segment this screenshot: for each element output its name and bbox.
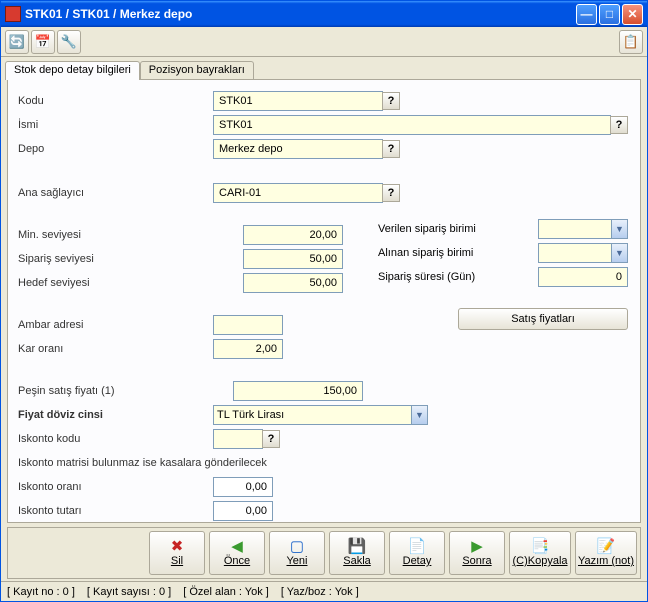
combo-fiyat-doviz[interactable]: TL Türk Lirası ▼ (213, 405, 428, 425)
label-iskonto-matrisi: Iskonto matrisi bulunmaz ise kasalara gö… (18, 457, 267, 469)
label-min-seviyesi: Min. seviyesi (18, 229, 213, 241)
minimize-button[interactable]: — (576, 4, 597, 25)
toolbar-copy-icon[interactable]: 📋 (619, 30, 643, 54)
field-iskonto-orani[interactable] (213, 477, 273, 497)
forward-icon: ▶ (471, 539, 483, 554)
satis-fiyatlari-button[interactable]: Satış fiyatları (458, 308, 628, 330)
sakla-button[interactable]: 💾Sakla (329, 531, 385, 575)
status-bar: [ Kayıt no : 0 ] [ Kayıt sayısı : 0 ] [ … (1, 581, 647, 601)
lookup-ana-saglayici[interactable]: ? (382, 184, 400, 202)
label-iskonto-kodu: Iskonto kodu (18, 433, 213, 445)
status-kayit-no: [ Kayıt no : 0 ] (7, 586, 75, 598)
label-ambar-adresi: Ambar adresi (18, 319, 213, 331)
app-icon (5, 6, 21, 22)
field-ambar-adresi[interactable] (213, 315, 283, 335)
titlebar: STK01 / STK01 / Merkez depo — □ ✕ (1, 1, 647, 27)
label-kar-orani: Kar oranı (18, 343, 213, 355)
label-hedef-seviyesi: Hedef seviyesi (18, 277, 213, 289)
field-ismi[interactable] (213, 115, 611, 135)
status-kayit-sayisi: [ Kayıt sayısı : 0 ] (87, 586, 171, 598)
label-siparis-seviyesi: Sipariş seviyesi (18, 253, 213, 265)
field-ana-saglayici[interactable] (213, 183, 383, 203)
field-iskonto-tutari[interactable] (213, 501, 273, 521)
detay-button[interactable]: 📄Detay (389, 531, 445, 575)
label-depo: Depo (18, 143, 213, 155)
label-fiyat-doviz: Fiyat döviz cinsi (18, 409, 213, 421)
kopyala-button[interactable]: 📑(C)Kopyala (509, 531, 571, 575)
lookup-iskonto-kodu[interactable]: ? (262, 430, 280, 448)
toolbar-refresh-icon[interactable]: 🔄 (5, 30, 29, 54)
toolbar-list-icon[interactable]: 📅 (31, 30, 55, 54)
field-siparis-seviyesi[interactable] (243, 249, 343, 269)
field-kodu[interactable] (213, 91, 383, 111)
tab-detay[interactable]: Stok depo detay bilgileri (5, 61, 140, 80)
toolbar-color-icon[interactable]: 🔧 (57, 30, 81, 54)
detail-icon: 📄 (408, 539, 427, 554)
sonra-button[interactable]: ▶Sonra (449, 531, 505, 575)
chevron-down-icon[interactable]: ▼ (611, 220, 627, 238)
lookup-depo[interactable]: ? (382, 140, 400, 158)
toolbar: 🔄 📅 🔧 📋 (1, 27, 647, 57)
field-pesin-satis[interactable] (233, 381, 363, 401)
yeni-button[interactable]: ▢Yeni (269, 531, 325, 575)
field-iskonto-kodu[interactable] (213, 429, 263, 449)
field-hedef-seviyesi[interactable] (243, 273, 343, 293)
label-verilen-siparis: Verilen sipariş birimi (378, 223, 538, 235)
tabstrip: Stok depo detay bilgileri Pozisyon bayra… (1, 57, 647, 79)
right-column: Verilen sipariş birimi ▼ Alınan sipariş … (378, 218, 633, 290)
chevron-down-icon[interactable]: ▼ (611, 244, 627, 262)
combo-alinan-siparis[interactable]: ▼ (538, 243, 628, 263)
back-icon: ◀ (231, 539, 243, 554)
note-icon: 📝 (597, 539, 616, 554)
delete-icon: ✖ (171, 539, 184, 554)
lookup-ismi[interactable]: ? (610, 116, 628, 134)
main-panel: Kodu ? İsmi ? Depo ? Ana sağlayıcı ? Min… (7, 79, 641, 523)
window-title: STK01 / STK01 / Merkez depo (25, 7, 576, 21)
field-min-seviyesi[interactable] (243, 225, 343, 245)
label-ana-saglayici: Ana sağlayıcı (18, 187, 213, 199)
status-ozel-alan: [ Özel alan : Yok ] (183, 586, 269, 598)
app-window: STK01 / STK01 / Merkez depo — □ ✕ 🔄 📅 🔧 … (0, 0, 648, 602)
once-button[interactable]: ◀Önce (209, 531, 265, 575)
combo-verilen-siparis[interactable]: ▼ (538, 219, 628, 239)
lookup-kodu[interactable]: ? (382, 92, 400, 110)
label-iskonto-orani: Iskonto oranı (18, 481, 213, 493)
chevron-down-icon[interactable]: ▼ (411, 406, 427, 424)
label-iskonto-tutari: Iskonto tutarı (18, 505, 213, 517)
label-alinan-siparis: Alınan sipariş birimi (378, 247, 538, 259)
save-icon: 💾 (348, 539, 367, 554)
label-ismi: İsmi (18, 119, 213, 131)
label-kodu: Kodu (18, 95, 213, 107)
maximize-button[interactable]: □ (599, 4, 620, 25)
new-icon: ▢ (290, 539, 304, 554)
field-kar-orani[interactable] (213, 339, 283, 359)
yazim-button[interactable]: 📝Yazım (not) (575, 531, 637, 575)
field-siparis-suresi[interactable] (538, 267, 628, 287)
field-depo[interactable] (213, 139, 383, 159)
copy-icon: 📑 (531, 539, 550, 554)
tab-pozisyon[interactable]: Pozisyon bayrakları (140, 61, 254, 80)
close-button[interactable]: ✕ (622, 4, 643, 25)
sil-button[interactable]: ✖Sil (149, 531, 205, 575)
label-pesin-satis: Peşin satış fiyatı (1) (18, 385, 213, 397)
label-siparis-suresi: Sipariş süresi (Gün) (378, 271, 538, 283)
status-yazboz: [ Yaz/boz : Yok ] (281, 586, 359, 598)
action-bar: ✖Sil ◀Önce ▢Yeni 💾Sakla 📄Detay ▶Sonra 📑(… (7, 527, 641, 579)
